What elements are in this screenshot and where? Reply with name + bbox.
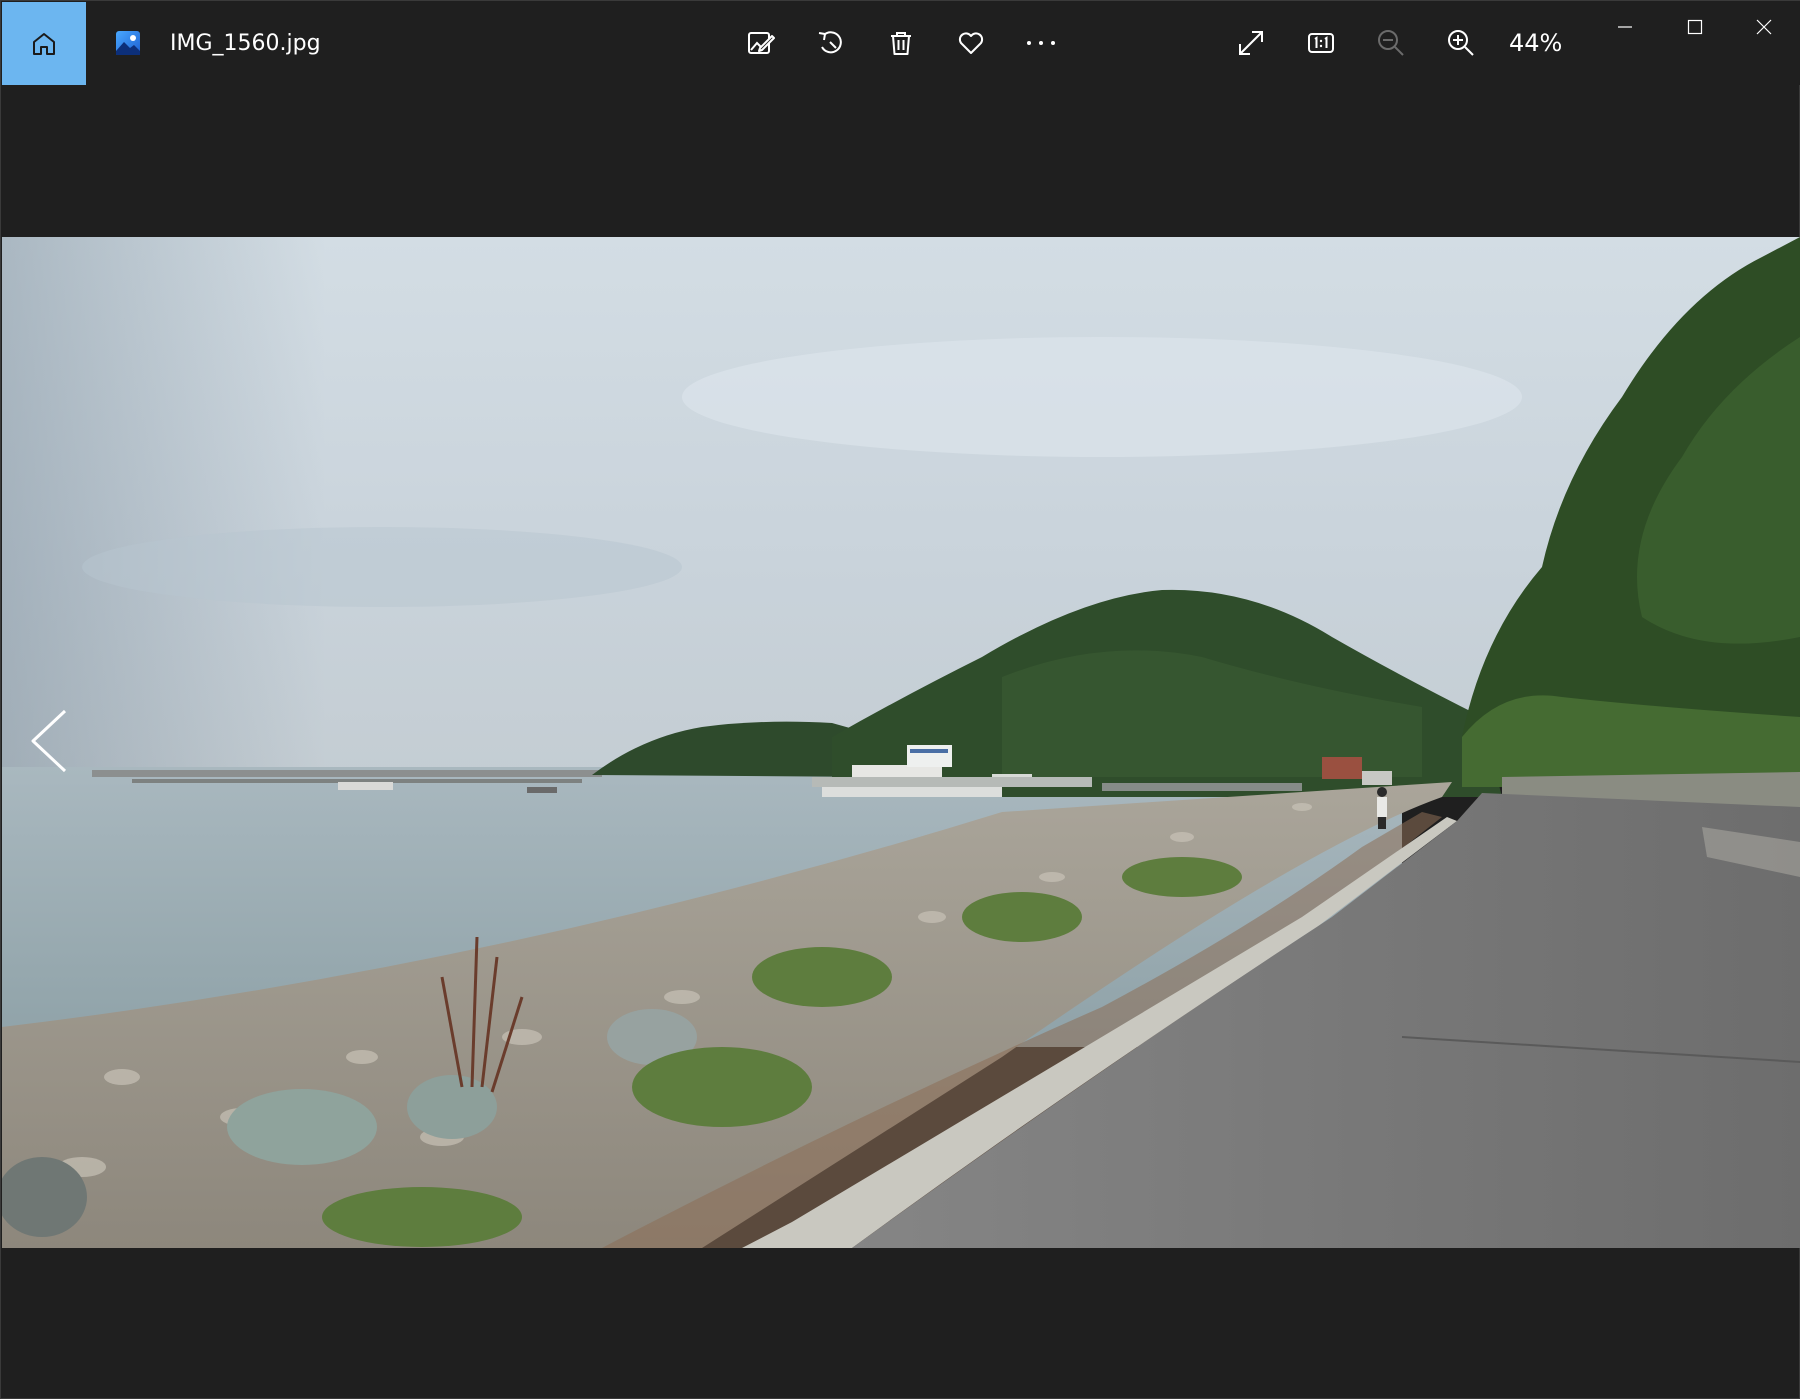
previous-image-button[interactable] (21, 701, 77, 781)
photo-canvas (2, 237, 1800, 1248)
maximize-button[interactable] (1669, 9, 1721, 45)
home-button[interactable] (2, 2, 86, 85)
more-button[interactable] (1021, 23, 1061, 63)
close-button[interactable] (1738, 9, 1790, 45)
expand-icon (1239, 31, 1263, 55)
maximize-icon (1687, 19, 1703, 35)
home-icon (33, 32, 55, 55)
zoom-in-icon (1448, 30, 1474, 56)
heart-icon (958, 32, 984, 54)
trash-icon (891, 32, 911, 55)
close-icon (1756, 19, 1772, 35)
chevron-left-icon (31, 709, 67, 773)
coastal-road-photo (2, 237, 1800, 1248)
delete-button[interactable] (881, 23, 921, 63)
fit-to-window-button[interactable] (1231, 23, 1271, 63)
minimize-button[interactable] (1599, 9, 1651, 45)
rotate-icon (818, 31, 842, 54)
minimize-icon (1618, 26, 1632, 28)
edit-image-button[interactable] (741, 23, 781, 63)
photos-window: IMG_1560.jpg 44% (0, 0, 1800, 1399)
actual-size-icon (1308, 33, 1334, 53)
rotate-button[interactable] (811, 23, 851, 63)
zoom-out-icon (1378, 30, 1404, 56)
favorite-button[interactable] (951, 23, 991, 63)
zoom-out-button[interactable] (1371, 23, 1411, 63)
title-bar: IMG_1560.jpg 44% (1, 1, 1800, 85)
zoom-in-button[interactable] (1441, 23, 1481, 63)
actual-size-button[interactable] (1301, 23, 1341, 63)
file-name: IMG_1560.jpg (170, 31, 321, 56)
more-icon (1027, 41, 1055, 45)
photos-app-icon (116, 31, 140, 55)
edit-image-icon (748, 32, 775, 54)
zoom-level-readout[interactable]: 44% (1509, 27, 1562, 59)
